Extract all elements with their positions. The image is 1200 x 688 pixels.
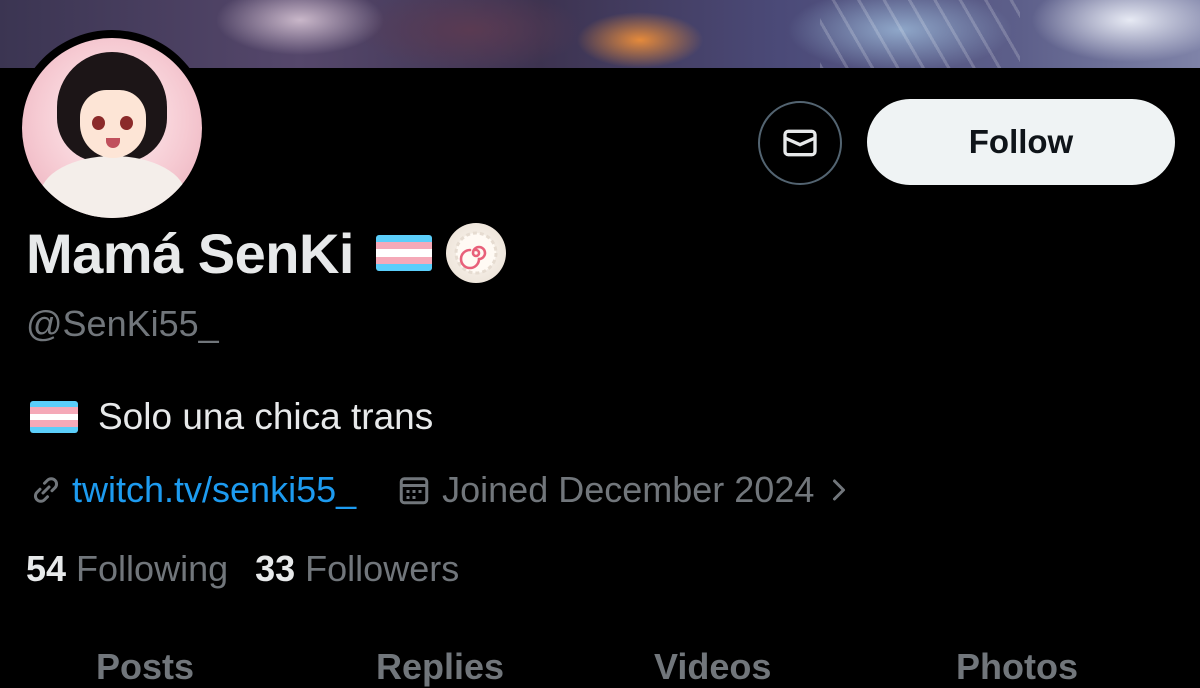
tab-posts[interactable]: Posts: [96, 646, 194, 688]
followers-count: 33: [255, 548, 296, 589]
mail-icon: [783, 129, 817, 157]
message-button[interactable]: [758, 101, 842, 185]
bio-text: Solo una chica trans: [98, 396, 434, 437]
avatar-image: [22, 38, 202, 218]
chevron-right-icon[interactable]: [828, 472, 850, 508]
trans-flag-icon: [376, 235, 432, 271]
name-row: Mamá SenKi: [26, 221, 506, 285]
followers-stat[interactable]: 33 Followers: [255, 548, 459, 590]
tab-replies[interactable]: Replies: [376, 646, 504, 688]
following-label: Following: [76, 548, 229, 589]
follow-button[interactable]: Follow: [867, 99, 1175, 185]
tab-photos[interactable]: Photos: [956, 646, 1078, 688]
following-count: 54: [26, 548, 67, 589]
calendar-icon: [399, 477, 429, 505]
display-name: Mamá SenKi: [26, 221, 355, 285]
profile-tabs: Posts Replies Videos Photos: [0, 646, 1200, 687]
profile-meta: twitch.tv/senki55_ Joined December 2024: [28, 467, 850, 513]
trans-flag-icon: [30, 401, 78, 433]
follow-stats: 54 Following 33 Followers: [26, 548, 459, 590]
banner-decoration: [820, 0, 1020, 68]
profile-link[interactable]: twitch.tv/senki55_: [72, 469, 356, 511]
joined-date: Joined December 2024: [442, 469, 815, 510]
profile-avatar[interactable]: [14, 30, 210, 226]
tab-videos[interactable]: Videos: [654, 646, 771, 688]
link-icon: [33, 477, 59, 503]
narutomaki-icon: [446, 223, 506, 283]
bio: Solo una chica trans: [30, 396, 433, 438]
followers-label: Followers: [305, 548, 460, 589]
user-handle: @SenKi55_: [26, 303, 219, 344]
following-stat[interactable]: 54 Following: [26, 548, 228, 590]
